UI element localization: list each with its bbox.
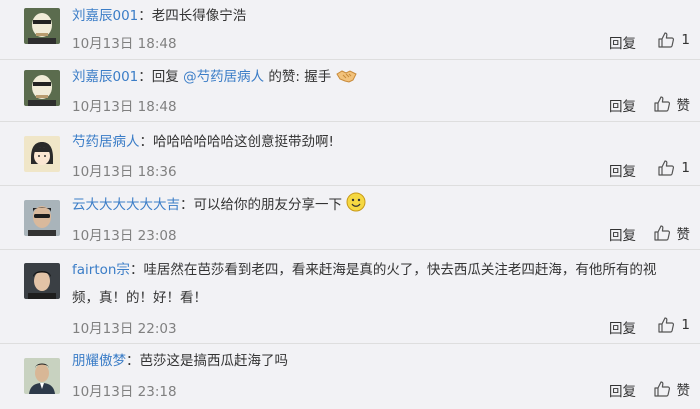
reply-button[interactable]: 回复 [609, 224, 636, 244]
comment-text: 云大大大大大大吉：可以给你的朋友分享一下 [72, 192, 686, 222]
reply-button[interactable]: 回复 [609, 32, 636, 52]
reply-button[interactable]: 回复 [609, 95, 636, 115]
comment-item: 刘嘉辰001：回复 @芍药居病人 的赞: 握手 10月13日 18:48 回复 … [0, 60, 700, 122]
comment-body: 哈哈哈哈哈哈这创意挺带劲啊! [153, 134, 334, 150]
like-button[interactable]: 赞 [653, 379, 691, 399]
like-button[interactable]: 1 [657, 31, 690, 49]
thumbs-up-icon [653, 381, 670, 397]
avatar[interactable] [24, 70, 60, 106]
comment-item: fairton宗：哇居然在芭莎看到老四，看来赶海是真的火了，快去西瓜关注老四赶海… [0, 250, 700, 344]
like-count: 赞 [676, 98, 691, 114]
comment-text: 芍药居病人：哈哈哈哈哈哈这创意挺带劲啊! [72, 134, 334, 150]
comment-body: 老四长得像宁浩 [151, 8, 247, 24]
comment-author[interactable]: 云大大大大大大吉 [72, 197, 180, 213]
like-count: 赞 [676, 227, 691, 243]
comment-text: 刘嘉辰001：回复 @芍药居病人 的赞: 握手 [72, 64, 686, 94]
comment-author[interactable]: 芍药居病人 [72, 134, 140, 150]
comment-text: 刘嘉辰001：老四长得像宁浩 [72, 8, 247, 24]
comment-item: 刘嘉辰001：老四长得像宁浩 10月13日 18:48 回复 1 [0, 0, 700, 60]
comment-item: 朋耀傲梦：芭莎这是搞西瓜赶海了吗 10月13日 23:18 回复 赞 [0, 344, 700, 409]
comment-body: 的赞: 握手 [264, 69, 332, 85]
avatar[interactable] [24, 358, 60, 394]
thumbs-up-icon [658, 317, 675, 333]
avatar-dark-hair-man-icon [24, 263, 60, 299]
comment-body: 芭莎这是搞西瓜赶海了吗 [139, 353, 289, 369]
comment-author[interactable]: 朋耀傲梦 [72, 353, 126, 369]
avatar-cartoon-girl-icon [24, 136, 60, 172]
like-count: 1 [681, 32, 690, 48]
comment-time: 10月13日 18:36 [72, 164, 177, 180]
thumbs-up-icon [658, 32, 675, 48]
avatar-suit-man-icon [24, 358, 60, 394]
avatar[interactable] [24, 136, 60, 172]
smiley-emoji-icon [346, 192, 366, 222]
avatar-masked-man-icon [24, 70, 60, 106]
comment-time: 10月13日 23:08 [72, 228, 177, 244]
avatar[interactable] [24, 200, 60, 236]
thumbs-up-icon [653, 96, 670, 112]
comment-time: 10月13日 23:18 [72, 384, 177, 400]
comment-author[interactable]: fairton宗 [72, 262, 130, 278]
comment-author[interactable]: 刘嘉辰001 [72, 69, 138, 85]
thumbs-up-icon [658, 160, 675, 176]
like-button[interactable]: 1 [657, 316, 690, 334]
comment-list: 刘嘉辰001：老四长得像宁浩 10月13日 18:48 回复 1 刘嘉辰001：… [0, 0, 700, 409]
avatar-masked-man-icon [24, 8, 60, 44]
comment-author[interactable]: 刘嘉辰001 [72, 8, 138, 24]
comment-item: 云大大大大大大吉：可以给你的朋友分享一下 10月13日 23:08 回复 赞 [0, 186, 700, 250]
comment-time: 10月13日 18:48 [72, 99, 177, 115]
reply-button[interactable]: 回复 [609, 160, 636, 180]
reply-button[interactable]: 回复 [609, 380, 636, 400]
like-count: 赞 [676, 383, 691, 399]
like-button[interactable]: 1 [657, 159, 690, 177]
comment-body: 哇居然在芭莎看到老四，看来赶海是真的火了，快去西瓜关注老四赶海，有他所有的视 [143, 262, 657, 278]
comment-time: 10月13日 18:48 [72, 36, 177, 52]
mention-link[interactable]: @芍药居病人 [183, 69, 264, 85]
like-button[interactable]: 赞 [653, 94, 691, 114]
comment-text: 朋耀傲梦：芭莎这是搞西瓜赶海了吗 [72, 353, 289, 369]
like-count: 1 [681, 160, 690, 176]
comment-time: 10月13日 22:03 [72, 321, 177, 337]
comment-body: 可以给你的朋友分享一下 [193, 197, 343, 213]
handshake-emoji-icon [335, 67, 358, 94]
avatar[interactable] [24, 8, 60, 44]
comment-item: 芍药居病人：哈哈哈哈哈哈这创意挺带劲啊! 10月13日 18:36 回复 1 [0, 122, 700, 186]
comment-text: fairton宗：哇居然在芭莎看到老四，看来赶海是真的火了，快去西瓜关注老四赶海… [72, 262, 657, 278]
avatar-sunglasses-man-icon [24, 200, 60, 236]
like-count: 1 [681, 317, 690, 333]
comment-text-continued: 频，真！的！好！看！ [72, 290, 207, 306]
reply-button[interactable]: 回复 [609, 317, 636, 337]
thumbs-up-icon [653, 225, 670, 241]
avatar[interactable] [24, 263, 60, 299]
like-button[interactable]: 赞 [653, 223, 691, 243]
